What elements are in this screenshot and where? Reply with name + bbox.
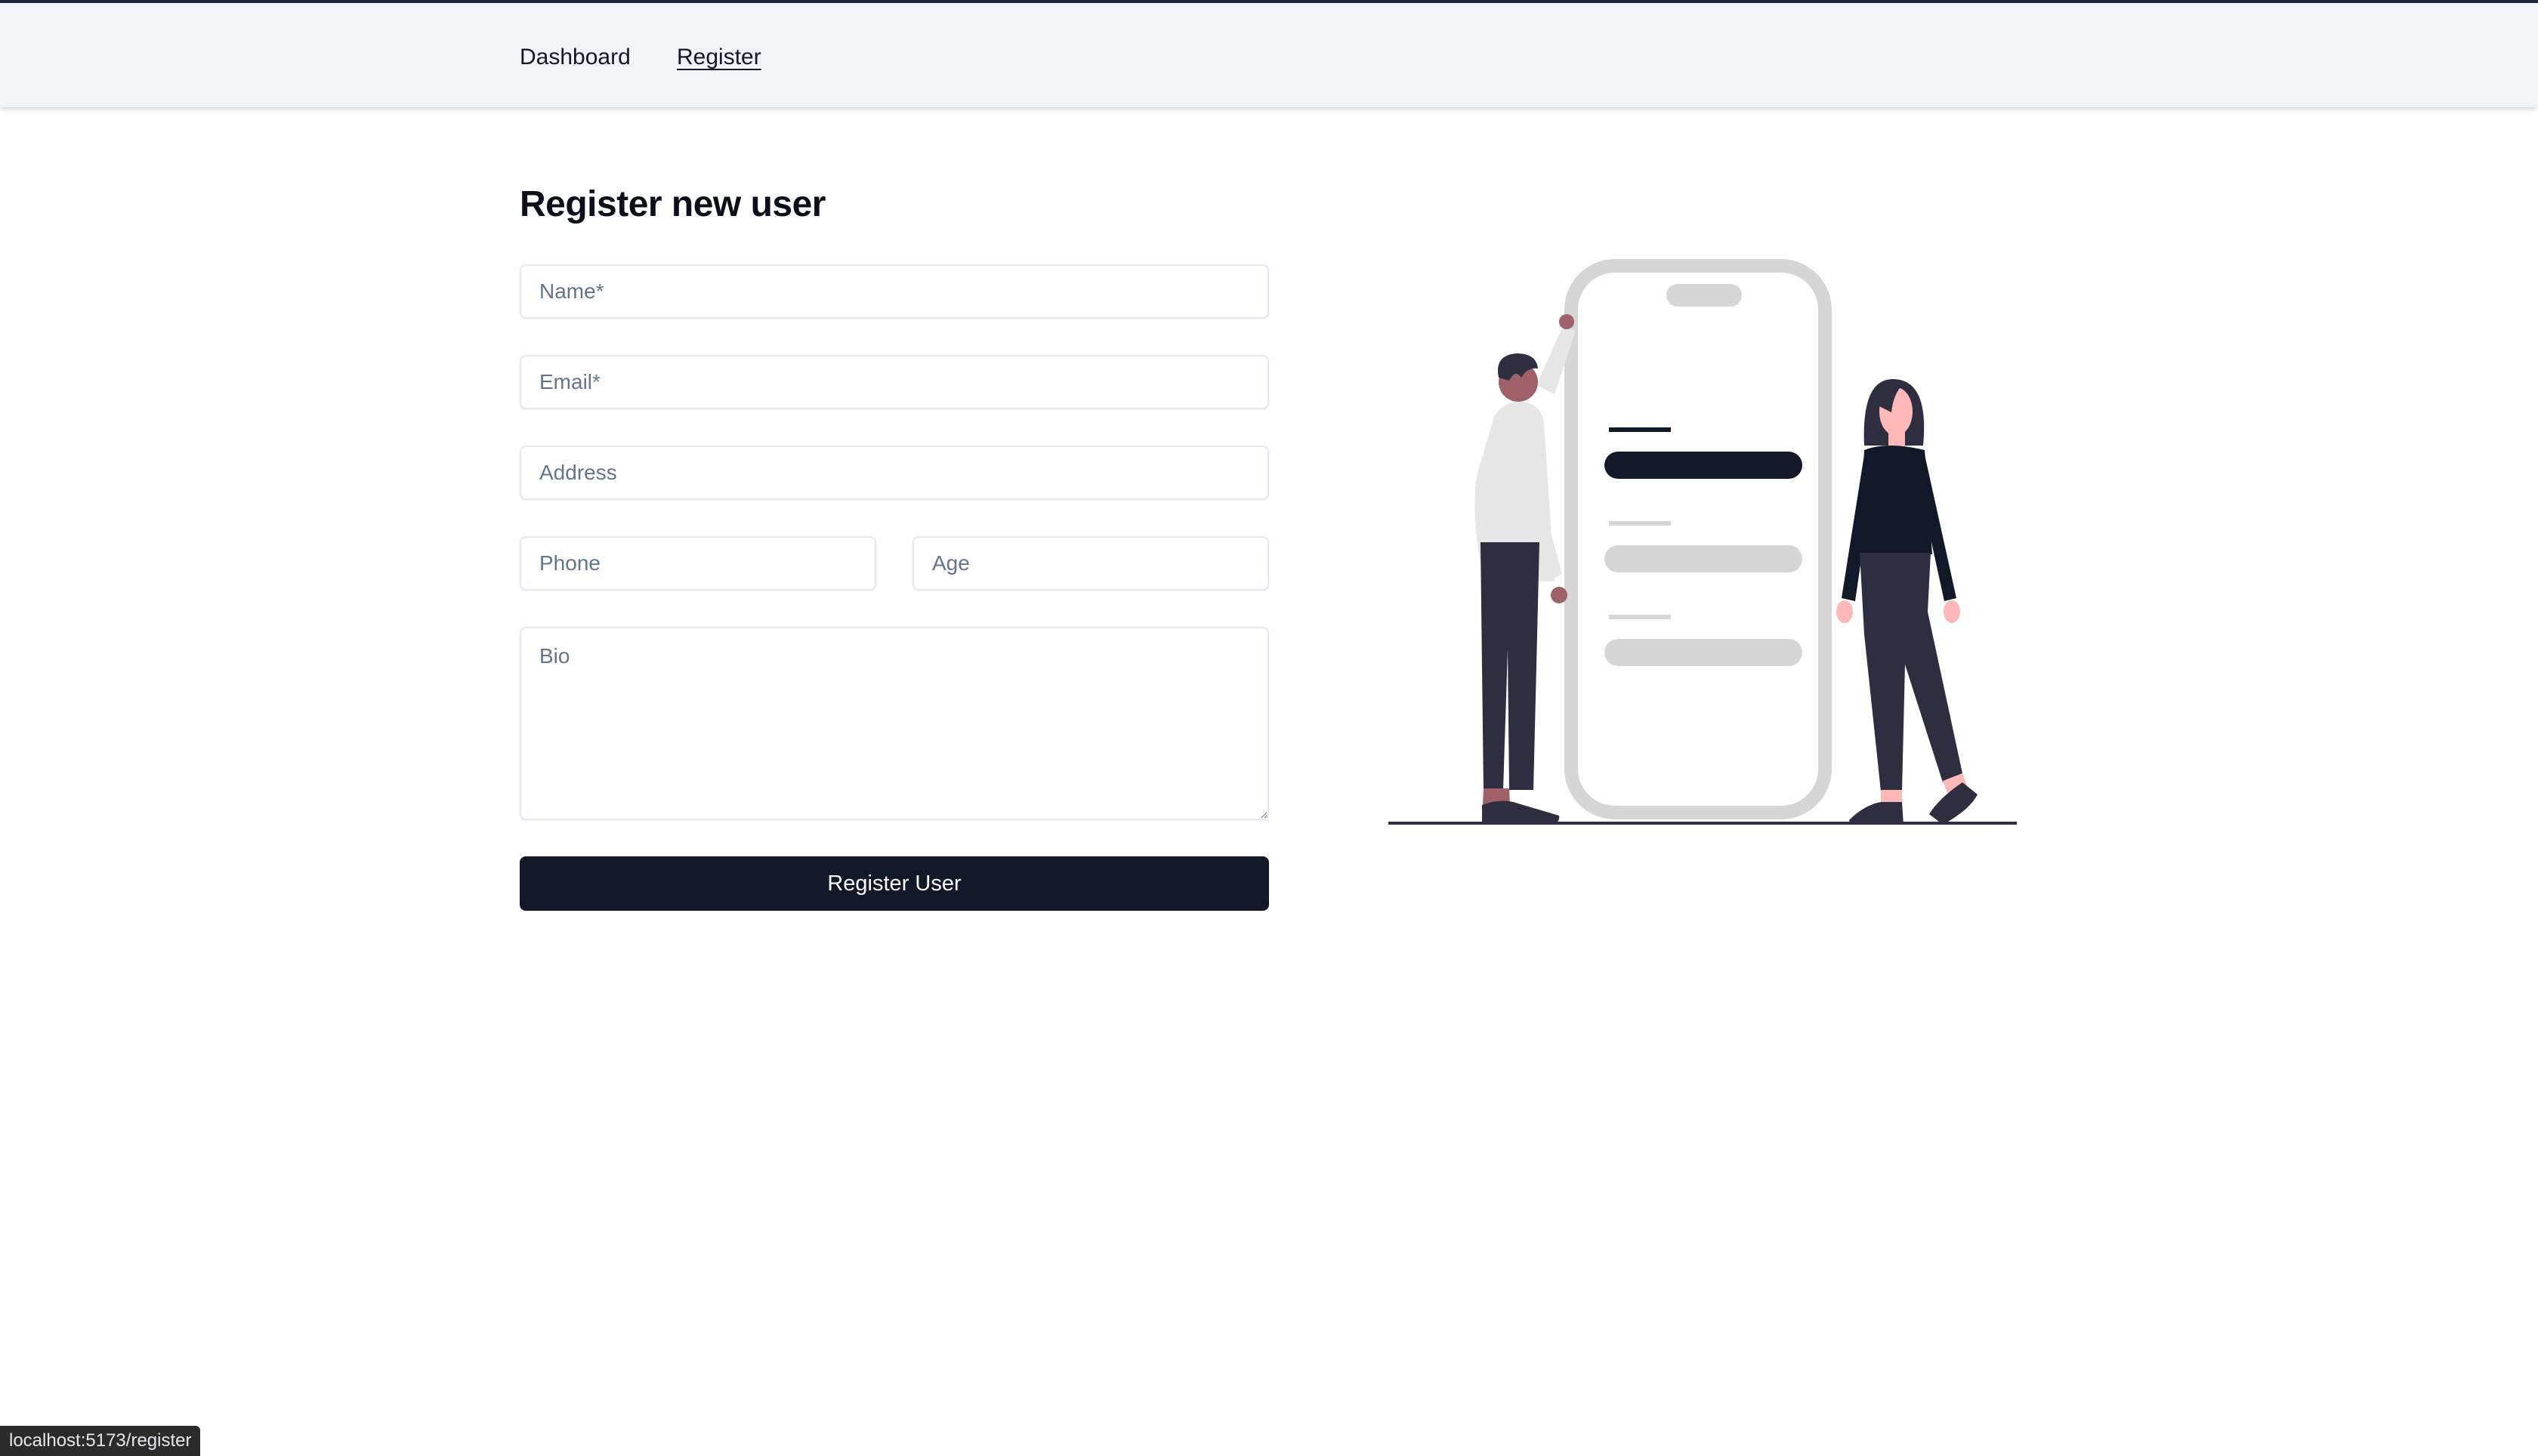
- page-title: Register new user: [520, 184, 826, 224]
- two-people-with-phone-illustration: [1388, 259, 2017, 825]
- man-figure: [1474, 314, 1576, 825]
- age-input[interactable]: [912, 536, 1269, 591]
- nav-link-register[interactable]: Register: [677, 42, 761, 72]
- woman-figure: [1836, 378, 1978, 825]
- register-user-button[interactable]: Register User: [520, 856, 1269, 911]
- bio-textarea[interactable]: [520, 627, 1269, 820]
- name-input[interactable]: [520, 264, 1269, 319]
- phone-mockup-graphic: [1564, 259, 1832, 819]
- phone-input[interactable]: [520, 536, 876, 591]
- status-bar-url: localhost:5173/register: [0, 1426, 201, 1456]
- address-input[interactable]: [520, 446, 1269, 500]
- top-navbar: Dashboard Register: [0, 3, 2538, 107]
- nav-link-dashboard[interactable]: Dashboard: [520, 42, 631, 72]
- email-input[interactable]: [520, 355, 1269, 409]
